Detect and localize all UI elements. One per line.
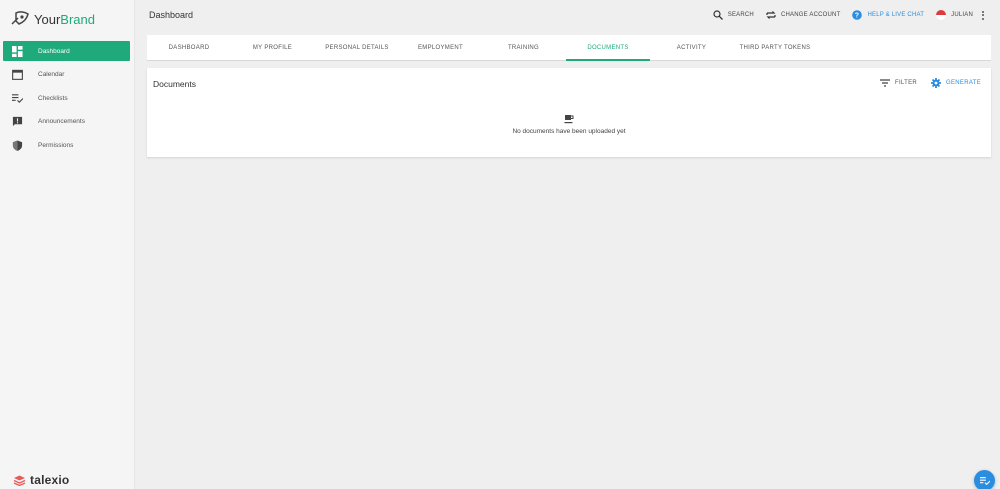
sidebar-item-dashboard[interactable]: Dashboard [3, 41, 130, 61]
brand-name-part1: Your [34, 11, 61, 27]
swap-icon [766, 11, 776, 19]
sidebar-item-announcements[interactable]: Announcements [3, 112, 130, 132]
documents-title: Documents [153, 79, 196, 89]
documents-actions: FILTER GENERATE [880, 78, 981, 88]
help-icon: ? [852, 10, 863, 20]
user-flag-avatar [936, 10, 947, 20]
empty-state-message: No documents have been uploaded yet [512, 128, 626, 135]
sidebar-item-permissions[interactable]: Permissions [3, 135, 130, 155]
documents-card: Documents FILTER GENERATE No documents h [147, 68, 991, 157]
filter-label: FILTER [895, 80, 918, 86]
dashboard-icon [12, 45, 23, 57]
empty-state: No documents have been uploaded yet [147, 114, 991, 135]
top-header: Dashboard SEARCH CHANGE ACCOUNT ? HELP &… [135, 0, 1000, 31]
floating-checklist-button[interactable] [974, 470, 995, 489]
brand-name-part2: Brand [60, 11, 95, 27]
search-button[interactable]: SEARCH [713, 10, 754, 20]
sidebar-item-label: Announcements [38, 118, 85, 126]
shield-icon [12, 140, 23, 151]
page-title: Dashboard [149, 10, 194, 20]
generate-button[interactable]: GENERATE [931, 78, 981, 88]
header-actions: SEARCH CHANGE ACCOUNT ? HELP & LIVE CHAT… [701, 8, 985, 22]
tab-training[interactable]: TRAINING [481, 35, 566, 60]
search-icon [713, 10, 723, 20]
sidebar-item-label: Dashboard [38, 47, 70, 55]
sidebar-item-checklists[interactable]: Checklists [3, 88, 130, 108]
tab-third-party-tokens[interactable]: THIRD PARTY TOKENS [733, 35, 817, 60]
tab-personal-details[interactable]: PERSONAL DETAILS [314, 35, 400, 60]
sidebar-item-label: Calendar [38, 71, 65, 79]
checklist-icon [979, 476, 990, 485]
tab-my-profile[interactable]: MY PROFILE [231, 35, 314, 60]
rocket-icon [11, 11, 29, 25]
sidebar-item-label: Checklists [38, 94, 68, 102]
help-label: HELP & LIVE CHAT [867, 12, 925, 18]
brand-logo[interactable]: YourBrand [10, 9, 95, 29]
generate-label: GENERATE [946, 80, 981, 86]
gear-icon [931, 78, 942, 88]
talexio-logo-text: talexio [30, 473, 70, 487]
tab-employment[interactable]: EMPLOYMENT [400, 35, 481, 60]
sidebar-nav: Dashboard Calendar Checklists Announceme… [3, 41, 130, 159]
sidebar-item-calendar[interactable]: Calendar [3, 65, 130, 85]
tab-documents[interactable]: DOCUMENTS [566, 35, 650, 61]
svg-text:?: ? [855, 13, 859, 20]
profile-tabs: DASHBOARD MY PROFILE PERSONAL DETAILS EM… [147, 35, 991, 61]
announcement-icon [12, 117, 23, 127]
checklist-icon [12, 93, 23, 103]
talexio-logo: talexio [13, 473, 69, 487]
sidebar-item-label: Permissions [38, 141, 74, 149]
sidebar: YourBrand Dashboard Calendar Checklists [0, 0, 135, 489]
user-menu-button[interactable]: JULIAN [936, 10, 973, 20]
help-live-chat-button[interactable]: ? HELP & LIVE CHAT [852, 10, 924, 20]
tab-dashboard[interactable]: DASHBOARD [147, 35, 231, 60]
coffee-cup-icon [564, 115, 574, 124]
calendar-icon [12, 69, 23, 81]
talexio-logo-icon [13, 475, 26, 486]
more-menu-icon[interactable] [981, 10, 985, 20]
filter-icon [880, 79, 890, 87]
user-name: JULIAN [951, 12, 973, 18]
filter-button[interactable]: FILTER [880, 78, 917, 88]
change-account-label: CHANGE ACCOUNT [780, 12, 841, 18]
tab-activity[interactable]: ACTIVITY [650, 35, 733, 60]
search-label: SEARCH [727, 12, 754, 18]
change-account-button[interactable]: CHANGE ACCOUNT [766, 10, 840, 20]
